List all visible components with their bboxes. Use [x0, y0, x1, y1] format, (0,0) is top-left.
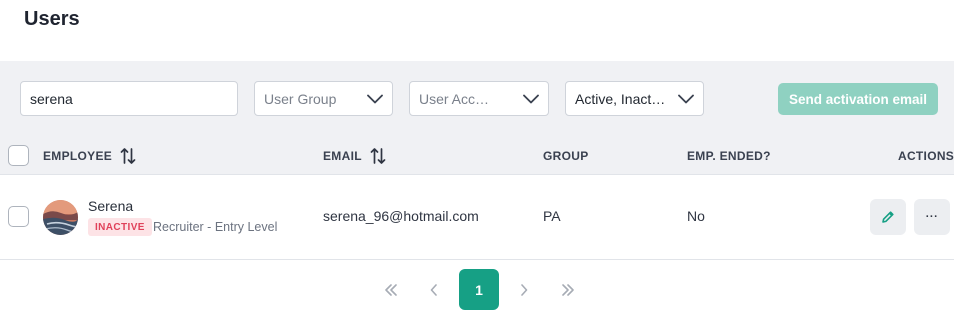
filter-bar: serena User Group User Acc… Active, Inac… — [0, 61, 954, 136]
next-page-button[interactable] — [514, 269, 534, 310]
user-group-placeholder: User Group — [264, 90, 337, 107]
column-actions: ACTIONS — [898, 148, 954, 163]
search-input[interactable]: serena — [20, 81, 238, 116]
column-emp-ended: EMP. ENDED? — [687, 148, 771, 163]
sort-icon[interactable] — [120, 147, 136, 165]
chevron-down-icon — [367, 94, 383, 103]
edit-button[interactable] — [870, 199, 906, 235]
status-select-value: Active, Inact… — [575, 90, 666, 107]
table-row[interactable]: Serena INACTIVE Recruiter - Entry Level … — [0, 175, 954, 260]
employee-emp-ended: No — [687, 208, 705, 224]
last-page-button[interactable] — [556, 269, 579, 310]
more-icon: ··· — [925, 211, 939, 223]
more-actions-button[interactable]: ··· — [914, 199, 950, 235]
chevron-left-icon — [430, 283, 437, 296]
employee-email: serena_96@hotmail.com — [323, 208, 479, 224]
first-page-button[interactable] — [379, 269, 402, 310]
page-title: Users — [24, 8, 80, 30]
user-access-placeholder: User Acc… — [419, 90, 490, 107]
previous-page-button[interactable] — [424, 269, 444, 310]
sort-icon[interactable] — [370, 147, 386, 165]
user-group-select[interactable]: User Group — [254, 81, 393, 116]
column-email-label: EMAIL — [323, 148, 362, 163]
row-checkbox[interactable] — [8, 206, 29, 227]
employee-name: Serena — [88, 198, 134, 214]
chevron-down-icon — [678, 94, 694, 103]
employee-group: PA — [543, 208, 561, 224]
column-employee-label: EMPLOYEE — [43, 148, 113, 163]
pencil-icon — [882, 211, 894, 223]
send-activation-email-button[interactable]: Send activation email — [778, 83, 938, 115]
chevron-right-icon — [521, 283, 528, 296]
table-header: EMPLOYEE EMAIL GROUP EMP. ENDED? ACTIONS — [0, 136, 954, 175]
column-email[interactable]: EMAIL — [323, 136, 386, 175]
double-chevron-right-icon — [561, 283, 574, 296]
current-page-number[interactable]: 1 — [459, 269, 499, 310]
user-access-select[interactable]: User Acc… — [409, 81, 549, 116]
select-all-checkbox[interactable] — [8, 145, 29, 166]
column-group: GROUP — [543, 148, 589, 163]
double-chevron-left-icon — [384, 283, 397, 296]
employee-job-title: Recruiter - Entry Level — [153, 220, 278, 234]
chevron-down-icon — [523, 94, 539, 103]
status-select[interactable]: Active, Inact… — [565, 81, 704, 116]
column-employee[interactable]: EMPLOYEE — [43, 136, 136, 175]
page-1-button[interactable]: 1 — [459, 269, 499, 310]
search-input-value[interactable]: serena — [30, 91, 228, 107]
avatar — [43, 200, 78, 235]
status-badge: INACTIVE — [88, 218, 152, 236]
